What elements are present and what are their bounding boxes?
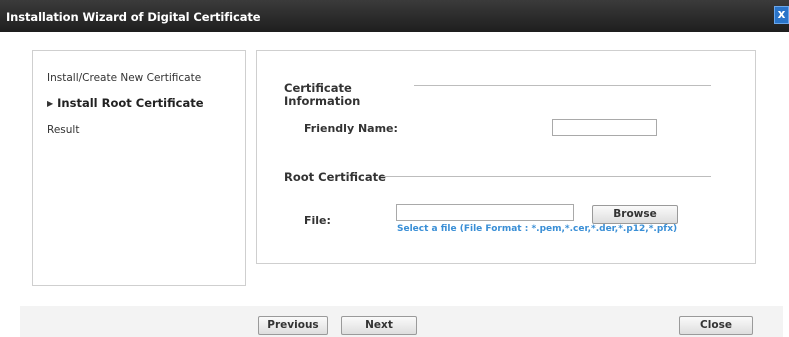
next-button[interactable]: Next — [341, 316, 417, 335]
close-button[interactable]: Close — [679, 316, 753, 335]
section-divider — [414, 85, 711, 86]
browse-button[interactable]: Browse — [592, 205, 678, 224]
section-root-certificate: Root Certificate — [284, 170, 386, 184]
window-edge — [783, 32, 789, 337]
section-certificate-information: Certificate Information — [284, 81, 361, 108]
window-title: Installation Wizard of Digital Certifica… — [6, 10, 261, 24]
friendly-name-input[interactable] — [552, 119, 657, 136]
title-bar: Installation Wizard of Digital Certifica… — [0, 0, 789, 32]
close-window-icon[interactable]: x — [774, 6, 789, 24]
step-label: Install Root Certificate — [57, 96, 204, 110]
current-step-arrow-icon: ▶ — [47, 99, 54, 108]
step-install-create-new-certificate: Install/Create New Certificate — [47, 72, 202, 84]
wizard-steps-panel: Install/Create New Certificate ▶ Install … — [32, 50, 246, 286]
section-divider — [381, 176, 711, 177]
file-label: File: — [304, 214, 331, 227]
friendly-name-label: Friendly Name: — [304, 122, 398, 135]
step-install-root-certificate: ▶ Install Root Certificate — [47, 96, 204, 110]
step-result: Result — [47, 124, 80, 136]
file-path-input[interactable] — [396, 204, 574, 221]
previous-button[interactable]: Previous — [258, 316, 328, 335]
file-format-hint: Select a file (File Format : *.pem,*.cer… — [397, 224, 678, 234]
certificate-form-panel: Certificate Information Friendly Name: R… — [256, 50, 756, 264]
